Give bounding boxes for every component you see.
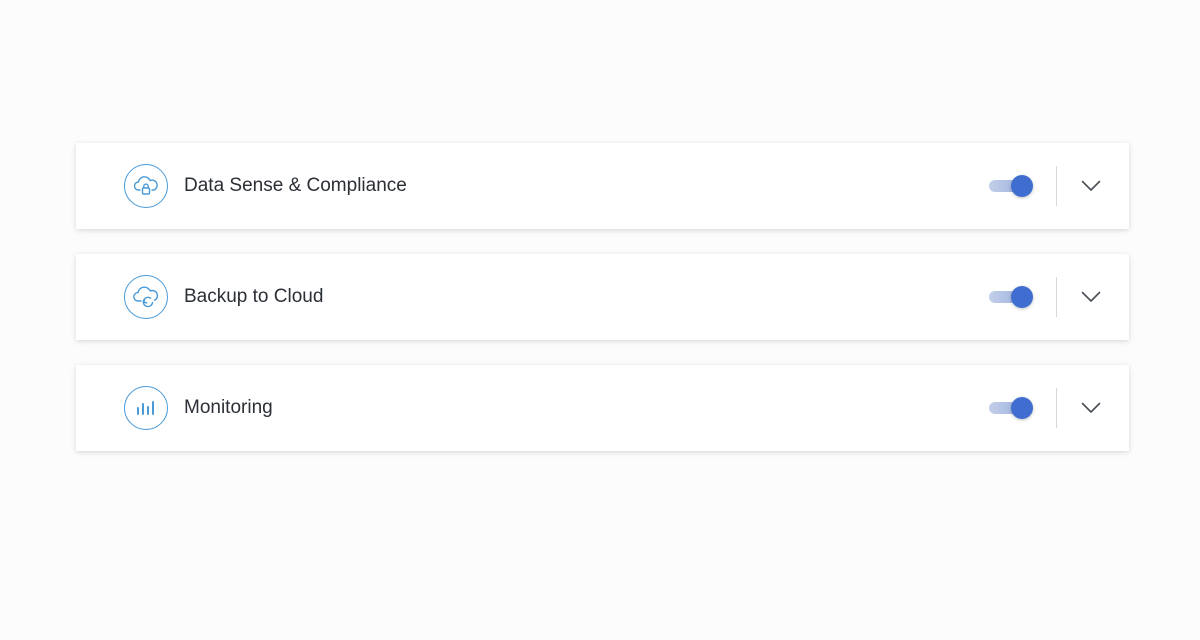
service-card-data-sense: Data Sense & Compliance [76, 143, 1129, 229]
service-label: Data Sense & Compliance [184, 175, 407, 196]
services-list: Data Sense & Compliance Backup to Cloud [76, 143, 1129, 476]
toggle-knob [1011, 175, 1033, 197]
bar-chart-icon [124, 386, 168, 430]
chevron-down-icon[interactable] [1079, 398, 1103, 418]
service-toggle[interactable] [989, 175, 1035, 197]
chevron-down-icon[interactable] [1079, 287, 1103, 307]
service-toggle[interactable] [989, 397, 1035, 419]
cloud-backup-icon [124, 275, 168, 319]
service-toggle[interactable] [989, 286, 1035, 308]
service-label: Backup to Cloud [184, 286, 324, 307]
service-label: Monitoring [184, 397, 273, 418]
divider [1056, 166, 1057, 206]
service-card-monitoring: Monitoring [76, 365, 1129, 451]
toggle-knob [1011, 397, 1033, 419]
chevron-down-icon[interactable] [1079, 176, 1103, 196]
divider [1056, 277, 1057, 317]
cloud-lock-icon [124, 164, 168, 208]
service-card-backup: Backup to Cloud [76, 254, 1129, 340]
divider [1056, 388, 1057, 428]
toggle-knob [1011, 286, 1033, 308]
